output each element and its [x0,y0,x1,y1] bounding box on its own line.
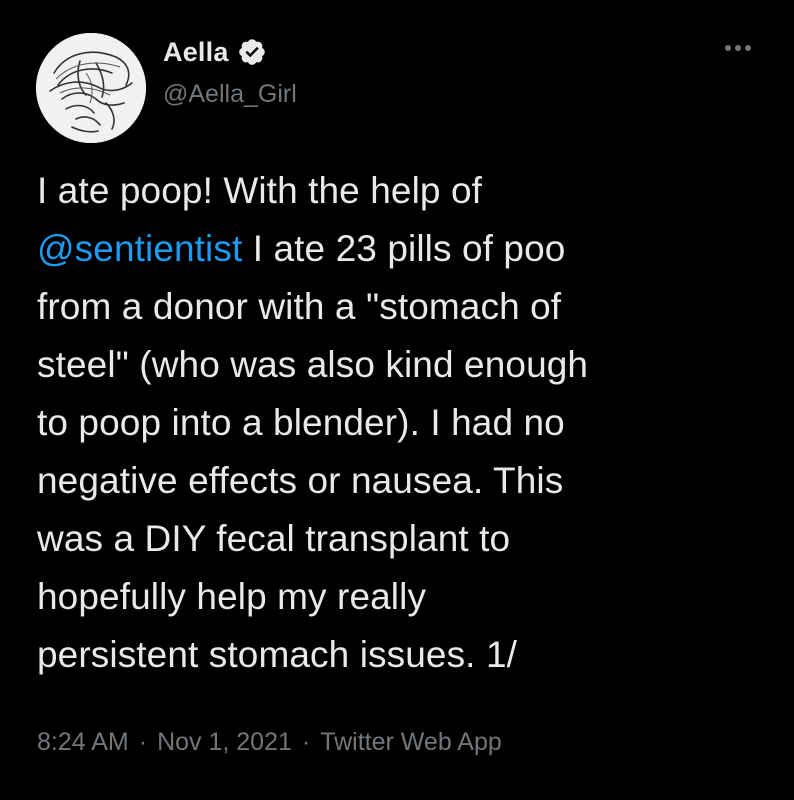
author-name-row[interactable]: Aella [163,34,267,70]
meta-separator: · [301,728,311,756]
tweet-line: hopefully help my really [37,576,427,617]
tweet-line: to poop into a blender). I had no [37,402,565,443]
tweet-line: I ate poop! With the help of [37,170,483,211]
tweet-source[interactable]: Twitter Web App [320,728,502,757]
tweet-date[interactable]: Nov 1, 2021 [157,728,292,757]
more-options-icon[interactable] [718,38,758,58]
tweet-meta: 8:24 AM · Nov 1, 2021 · Twitter Web App [37,728,502,757]
avatar[interactable] [36,33,146,143]
tweet-line-rest: I ate 23 pills of poo [242,228,566,269]
more-dot [735,45,741,51]
more-dot [745,45,751,51]
author-display-name[interactable]: Aella [163,37,229,68]
tweet: Aella @Aella_Girl I ate poop! With the h… [0,0,794,800]
tweet-line: from a donor with a "stomach of [37,286,562,327]
avatar-sketch-image [36,33,146,143]
tweet-line: steel" (who was also kind enough [37,344,589,385]
tweet-line: persistent stomach issues. 1/ [37,634,517,675]
author-handle[interactable]: @Aella_Girl [163,80,297,109]
more-dot [725,45,731,51]
verified-badge-icon [238,39,265,65]
tweet-line: negative effects or nausea. This [37,460,564,501]
tweet-line: was a DIY fecal transplant to [37,518,511,559]
meta-separator: · [138,728,148,756]
tweet-time[interactable]: 8:24 AM [37,728,129,757]
tweet-text: I ate poop! With the help of @sentientis… [37,162,777,684]
mention-link[interactable]: @sentientist [37,228,242,269]
tweet-line: @sentientist I ate 23 pills of poo [37,220,777,278]
